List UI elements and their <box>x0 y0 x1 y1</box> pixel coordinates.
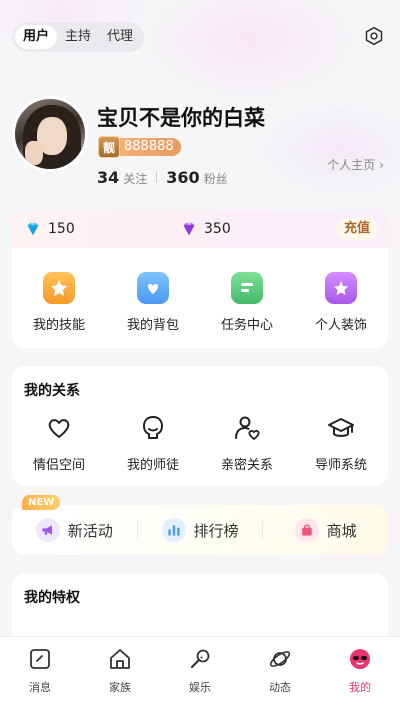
grid-item-skill[interactable]: 我的技能 <box>19 272 99 333</box>
task-icon <box>231 272 263 304</box>
activity-label-ranking: 排行榜 <box>193 521 239 540</box>
nav-label-moments: 动态 <box>269 681 291 694</box>
nav-label-messages: 消息 <box>29 681 51 694</box>
shopping-bag-icon <box>294 518 319 542</box>
activity-ranking[interactable]: 排行榜 <box>138 518 263 542</box>
new-badge: NEW <box>22 495 61 510</box>
bottom-nav: 消息 家族 娱乐 动态 我的 <box>0 636 400 711</box>
nav-label-family: 家族 <box>109 681 131 694</box>
grid-label-backpack: 我的背包 <box>126 318 179 333</box>
purple-diamond-value: 350 <box>204 221 231 237</box>
relation-label-couple: 情侣空间 <box>32 458 85 473</box>
activity-new-event[interactable]: 新活动 <box>12 518 137 542</box>
recharge-button[interactable]: 充值 <box>335 218 378 240</box>
tab-agent[interactable]: 代理 <box>99 25 141 49</box>
activity-label-new-event: 新活动 <box>67 521 113 540</box>
grid-label-decor: 个人装饰 <box>314 318 367 333</box>
grid-item-decor[interactable]: 个人装饰 <box>301 272 381 333</box>
avatar-hand <box>25 141 43 165</box>
relation-label-mentor: 我的师徒 <box>126 458 179 473</box>
nickname: 宝贝不是你的白菜 <box>97 106 265 130</box>
purple-diamond-balance[interactable]: 350 <box>180 220 231 238</box>
blue-diamond-value: 150 <box>48 221 75 237</box>
following-count[interactable]: 34 <box>97 168 119 187</box>
heart-icon <box>48 419 70 438</box>
backpack-icon <box>137 272 169 304</box>
activity-store[interactable]: 商城 <box>263 518 388 542</box>
microphone-icon <box>190 649 210 669</box>
grid-item-task[interactable]: 任务中心 <box>207 272 287 333</box>
tab-host[interactable]: 主持 <box>57 25 99 49</box>
wallet-bar: 150 350 充值 <box>12 210 388 248</box>
nav-me[interactable]: 我的 <box>320 637 400 711</box>
relation-tutor-system[interactable]: 导师系统 <box>301 414 381 473</box>
nav-messages[interactable]: 消息 <box>0 637 80 711</box>
bar-chart-icon <box>161 518 186 542</box>
settings-icon[interactable] <box>364 26 384 46</box>
chevron-right-icon: › <box>379 157 384 172</box>
relation-couple-space[interactable]: 情侣空间 <box>19 414 99 473</box>
following-label[interactable]: 关注 <box>123 170 147 187</box>
planet-icon <box>269 651 291 667</box>
activity-card: 新活动 排行榜 商城 <box>12 505 388 555</box>
activity-label-store: 商城 <box>326 521 357 540</box>
face-icon <box>143 416 163 439</box>
relations-row: 情侣空间 我的师徒 亲密关系 导师系统 <box>12 414 388 473</box>
nav-label-me: 我的 <box>349 681 371 694</box>
decor-icon <box>325 272 357 304</box>
relations-title: 我的关系 <box>24 383 80 399</box>
tab-user[interactable]: 用户 <box>15 25 58 49</box>
personal-home-label: 个人主页 <box>327 158 376 172</box>
quick-grid: 我的技能 我的背包 任务中心 个人装饰 <box>12 248 388 333</box>
relation-intimacy[interactable]: 亲密关系 <box>207 414 287 473</box>
grid-label-skill: 我的技能 <box>32 318 85 333</box>
megaphone-icon <box>35 518 60 542</box>
user-heart-icon <box>235 416 260 440</box>
follow-stats: 34 关注 360 粉丝 <box>97 168 228 187</box>
nav-moments[interactable]: 动态 <box>240 637 320 711</box>
relation-label-tutor: 导师系统 <box>314 458 367 473</box>
nav-family[interactable]: 家族 <box>80 637 160 711</box>
purple-diamond-icon <box>183 222 195 236</box>
level-crest: 靓 <box>98 136 120 158</box>
wallet-card: 150 350 充值 我的技能 我的背包 任务中心 个人装饰 <box>12 210 388 348</box>
skill-icon <box>43 272 75 304</box>
relation-mentor-apprentice[interactable]: 我的师徒 <box>113 414 193 473</box>
relation-label-intimacy: 亲密关系 <box>220 458 273 473</box>
blue-diamond-balance[interactable]: 150 <box>24 220 75 238</box>
message-icon <box>30 649 50 669</box>
role-tab-bar: 用户 主持 代理 <box>12 22 145 52</box>
fans-count[interactable]: 360 <box>166 168 199 187</box>
avatar[interactable] <box>12 96 88 172</box>
relations-card: 我的关系 情侣空间 我的师徒 亲密关系 导师系统 <box>12 366 388 486</box>
house-icon <box>110 649 130 669</box>
level-badge: 靓 888888 <box>98 136 181 158</box>
stats-divider <box>156 171 158 183</box>
level-number: 888888 <box>116 138 181 156</box>
privilege-title: 我的特权 <box>24 590 80 606</box>
nav-entertainment[interactable]: 娱乐 <box>160 637 240 711</box>
nav-label-entertainment: 娱乐 <box>189 681 211 694</box>
profile-icon <box>350 649 370 669</box>
grid-item-backpack[interactable]: 我的背包 <box>113 272 193 333</box>
grid-label-task: 任务中心 <box>220 318 273 333</box>
graduation-cap-icon <box>328 418 354 437</box>
personal-home-link[interactable]: 个人主页 › <box>327 156 384 173</box>
fans-label[interactable]: 粉丝 <box>204 170 228 187</box>
blue-diamond-icon <box>27 222 39 236</box>
